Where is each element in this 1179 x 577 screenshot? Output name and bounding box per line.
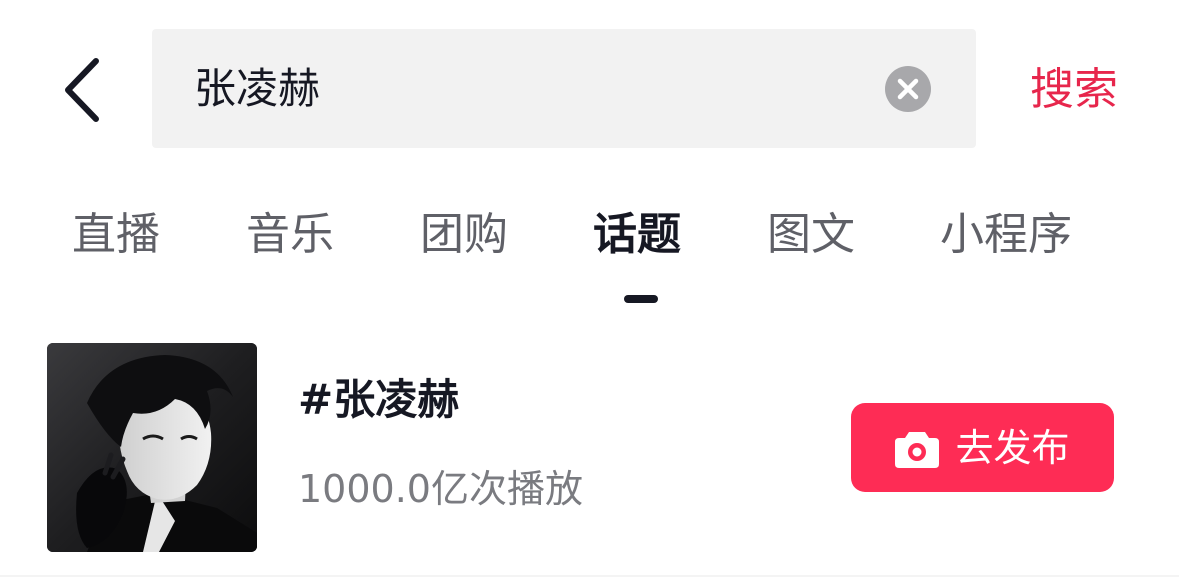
topic-title[interactable]: #张凌赫 [298,372,459,428]
clear-icon[interactable] [885,66,931,112]
search-button[interactable]: 搜索 [1030,62,1118,118]
active-tab-indicator [624,295,658,303]
tab-live[interactable]: 直播 [72,207,160,263]
tab-group-buy[interactable]: 团购 [420,207,508,263]
topic-thumbnail[interactable] [47,343,257,552]
chevron-left-icon [65,58,99,122]
topic-play-count: 1000.0亿次播放 [298,467,583,511]
publish-label: 去发布 [955,425,1070,470]
tab-music[interactable]: 音乐 [246,207,334,263]
search-box [152,29,976,148]
tab-topics[interactable]: 话题 [593,207,681,263]
publish-button[interactable]: 去发布 [851,403,1114,492]
tab-mini-programs[interactable]: 小程序 [940,207,1072,263]
back-button[interactable] [50,52,114,128]
tab-image-text[interactable]: 图文 [767,207,855,263]
portrait-image [47,343,257,552]
search-input[interactable] [194,29,874,148]
camera-icon [895,431,940,468]
